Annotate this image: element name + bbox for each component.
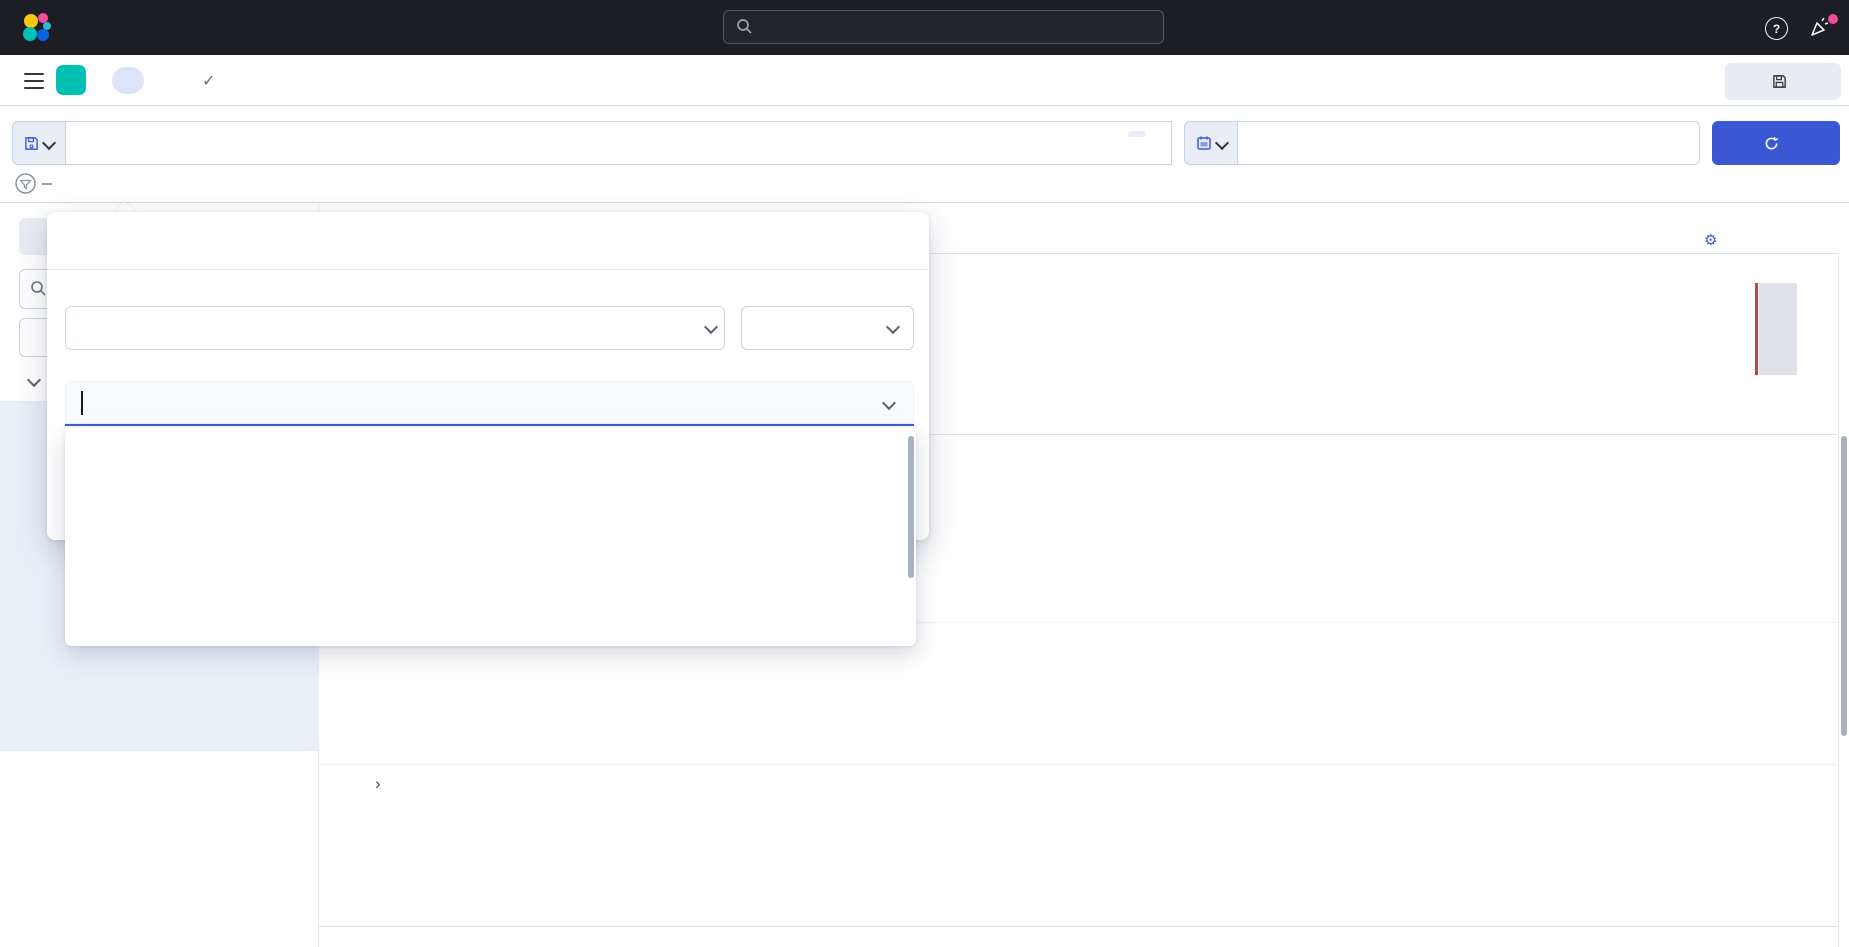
popover-divider: [47, 269, 929, 270]
chevron-down-icon: [704, 320, 718, 334]
chevron-down-icon: [886, 320, 900, 334]
notification-dot: [1828, 14, 1838, 24]
value-combobox[interactable]: [65, 381, 914, 426]
date-quick-select-button[interactable]: [1184, 121, 1238, 165]
saved-query-icon: [24, 136, 39, 151]
divider: [42, 183, 52, 185]
chevron-down-icon: [1214, 136, 1228, 150]
help-icon[interactable]: ?: [1765, 17, 1788, 40]
text-cursor: [81, 391, 83, 415]
menu-icon[interactable]: [24, 73, 44, 94]
breadcrumb[interactable]: [112, 67, 144, 94]
current-time-marker: [1755, 283, 1758, 375]
search-icon: [736, 18, 753, 35]
operator-select[interactable]: [741, 306, 914, 350]
field-select[interactable]: [65, 306, 725, 350]
row-divider: [318, 926, 1838, 927]
chevron-down-icon[interactable]: [27, 373, 41, 387]
gear-icon[interactable]: ⚙: [1704, 231, 1717, 249]
elastic-logo-icon[interactable]: [20, 12, 52, 44]
options-scrollbar[interactable]: [908, 436, 914, 578]
date-picker-group: [1184, 121, 1700, 165]
scroll-track-border: [1838, 253, 1839, 947]
app-toolbar: [0, 55, 1849, 106]
save-icon: [1772, 74, 1787, 89]
expand-row-icon[interactable]: ›: [375, 774, 381, 794]
kql-badge[interactable]: [1128, 131, 1146, 137]
checkmark-icon: ✓: [202, 71, 215, 91]
vertical-scrollbar[interactable]: [1841, 436, 1847, 736]
search-icon: [30, 280, 47, 297]
saved-query-menu-button[interactable]: [12, 121, 66, 165]
filter-menu-icon[interactable]: [15, 173, 36, 194]
chevron-down-icon: [42, 136, 56, 150]
calendar-icon: [1196, 135, 1212, 151]
save-button[interactable]: [1725, 63, 1841, 100]
global-search-input[interactable]: [723, 10, 1164, 44]
row-divider: [318, 764, 1838, 765]
refresh-icon: [1764, 136, 1779, 151]
refresh-button[interactable]: [1712, 121, 1840, 165]
value-options-list: [65, 428, 916, 646]
query-input[interactable]: [65, 121, 1172, 165]
space-avatar[interactable]: [56, 65, 86, 95]
section-divider: [0, 202, 1849, 203]
partial-bucket-shade: [1759, 283, 1797, 375]
